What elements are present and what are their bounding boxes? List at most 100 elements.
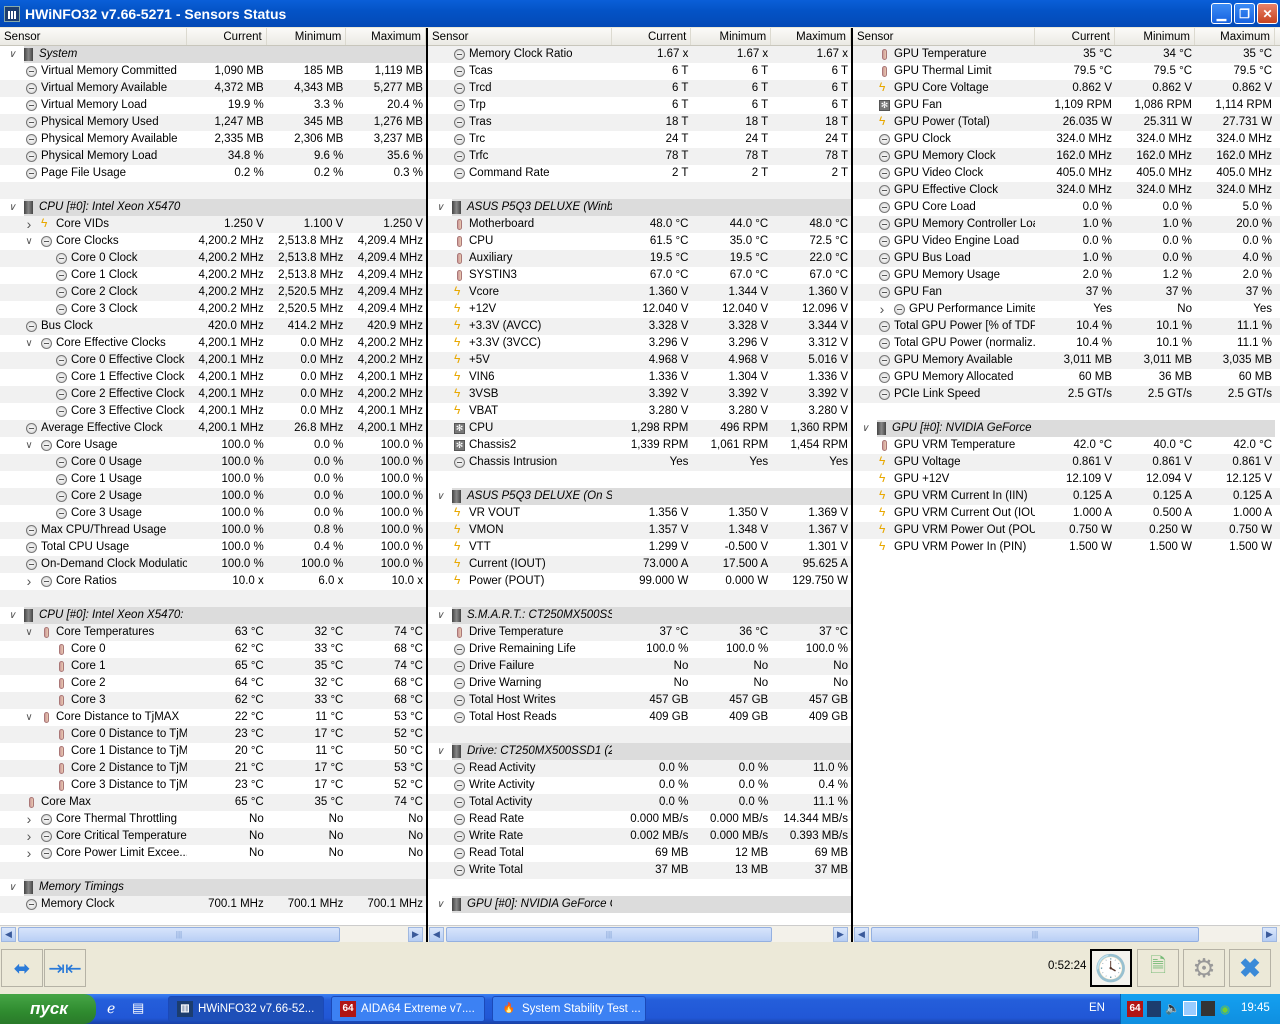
sensor-row[interactable]: Core 2 Effective Clock 4,200.1 MHz 0.0 MHz…	[0, 386, 426, 403]
sensor-row[interactable]: Virtual Memory Available 4,372 MB 4,343 MB…	[0, 80, 426, 97]
sensor-row[interactable]: ϟ GPU VRM Power Out (POUT) 0.750 W 0.250 W 0…	[853, 522, 1280, 539]
chevron-down-icon[interactable]: ∨	[24, 624, 34, 641]
scroll-left-button[interactable]: ◀	[854, 927, 869, 942]
sensor-row[interactable]: Trp 6 T 6 T 6 T	[428, 97, 851, 114]
sensor-row[interactable]: Read Total 69 MB 12 MB 69 MB	[428, 845, 851, 862]
sensor-row[interactable]: Total Host Reads 409 GB 409 GB 409 GB	[428, 709, 851, 726]
sensor-row[interactable]: Read Activity 0.0 % 0.0 % 11.0 %	[428, 760, 851, 777]
sensor-group-header[interactable]: ∨ System	[0, 46, 426, 63]
sensor-row[interactable]: Physical Memory Used 1,247 MB 345 MB 1,276 …	[0, 114, 426, 131]
sensor-row[interactable]: Total Activity 0.0 % 0.0 % 11.1 %	[428, 794, 851, 811]
sensor-row[interactable]: ϟ VR VOUT 1.356 V 1.350 V 1.369 V	[428, 505, 851, 522]
sensor-group-header[interactable]: ∨ Drive: CT250MX500SSD1 (2210E6180B5F)	[428, 743, 851, 760]
sensor-row[interactable]: Core 2 Clock 4,200.2 MHz 2,520.5 MHz 4,209.…	[0, 284, 426, 301]
sensor-row[interactable]: ∨ Core Temperatures 63 °C 32 °C 74 °C	[0, 624, 426, 641]
sensor-row[interactable]: Page File Usage 0.2 % 0.2 % 0.3 %	[0, 165, 426, 182]
sensor-row[interactable]: ϟ VTT 1.299 V -0.500 V 1.301 V	[428, 539, 851, 556]
sensor-row[interactable]: ∨ Core Usage 100.0 % 0.0 % 100.0 %	[0, 437, 426, 454]
sensor-row[interactable]: GPU VRM Temperature 42.0 °C 40.0 °C 42.0 °C	[853, 437, 1280, 454]
sensor-row[interactable]: Drive Warning No No No	[428, 675, 851, 692]
sensor-row[interactable]: Core 3 62 °C 33 °C 68 °C	[0, 692, 426, 709]
sensor-row[interactable]: Max CPU/Thread Usage 100.0 % 0.8 % 100.0 %	[0, 522, 426, 539]
sensor-row[interactable]: Core 2 Usage 100.0 % 0.0 % 100.0 %	[0, 488, 426, 505]
sensor-row[interactable]: ϟ GPU Voltage 0.861 V 0.861 V 0.861 V	[853, 454, 1280, 471]
sensor-row[interactable]: GPU Fan 37 % 37 % 37 %	[853, 284, 1280, 301]
sensor-row[interactable]: Trfc 78 T 78 T 78 T	[428, 148, 851, 165]
sensor-group-header[interactable]: ∨ ASUS P5Q3 DELUXE (Winbond/Nuvoton W8366…	[428, 199, 851, 216]
network-tray-icon[interactable]	[1183, 1001, 1197, 1016]
sensor-row[interactable]: ✻ CPU 1,298 RPM 496 RPM 1,360 RPM	[428, 420, 851, 437]
sensor-row[interactable]: GPU Video Engine Load 0.0 % 0.0 % 0.0 %	[853, 233, 1280, 250]
logging-button[interactable]: 🗎	[1137, 949, 1179, 987]
column-header-sensor[interactable]: Sensor	[0, 28, 188, 45]
horizontal-scrollbar[interactable]: ◀ ||| ▶	[0, 925, 426, 942]
chevron-right-icon[interactable]: ›	[877, 301, 887, 318]
sensor-row[interactable]: ϟ GPU Core Voltage 0.862 V 0.862 V 0.862 V	[853, 80, 1280, 97]
sensor-row[interactable]: Memory Clock Ratio 1.67 x 1.67 x 1.67 x	[428, 46, 851, 63]
sensor-row[interactable]: ∨ Core Clocks 4,200.2 MHz 2,513.8 MHz 4,209.…	[0, 233, 426, 250]
sensor-row[interactable]: GPU Clock 324.0 MHz 324.0 MHz 324.0 MHz	[853, 131, 1280, 148]
sensor-row[interactable]: Drive Failure No No No	[428, 658, 851, 675]
sensor-group-header[interactable]: ∨ ASUS P5Q3 DELUXE (On Semi ASP0800 (ASUS…	[428, 488, 851, 505]
sensor-row[interactable]: Read Rate 0.000 MB/s 0.000 MB/s 14.344 MB/s	[428, 811, 851, 828]
hwinfo-tray-icon[interactable]	[1147, 1001, 1161, 1017]
sensor-row[interactable]: Core 3 Usage 100.0 % 0.0 % 100.0 %	[0, 505, 426, 522]
sensor-row[interactable]: › Core Critical Temperature No No No	[0, 828, 426, 845]
sensor-row[interactable]: ϟ VMON 1.357 V 1.348 V 1.367 V	[428, 522, 851, 539]
sensor-group-header[interactable]: ∨ Memory Timings	[0, 879, 426, 896]
sensor-row[interactable]: Core 0 62 °C 33 °C 68 °C	[0, 641, 426, 658]
chevron-down-icon[interactable]: ∨	[435, 607, 445, 624]
sensor-row[interactable]: ϟ GPU +12V 12.109 V 12.094 V 12.125 V	[853, 471, 1280, 488]
reset-timer-button[interactable]: 🕓	[1090, 949, 1132, 987]
ie-quicklaunch-icon[interactable]: ℯ	[107, 1000, 115, 1017]
nvidia-tray-icon[interactable]: ◉	[1220, 1002, 1230, 1016]
column-header-maximum[interactable]: Maximum	[1195, 28, 1275, 45]
sensor-row[interactable]: ✻ GPU Fan 1,109 RPM 1,086 RPM 1,114 RPM	[853, 97, 1280, 114]
sensor-row[interactable]: PCIe Link Speed 2.5 GT/s 2.5 GT/s 2.5 GT/s	[853, 386, 1280, 403]
sensor-group-header[interactable]: ∨ S.M.A.R.T.: CT250MX500SSD1 (2210E6180B5…	[428, 607, 851, 624]
sensor-row[interactable]: Core 1 65 °C 35 °C 74 °C	[0, 658, 426, 675]
sensor-row[interactable]: GPU Effective Clock 324.0 MHz 324.0 MHz 324…	[853, 182, 1280, 199]
chevron-down-icon[interactable]: ∨	[435, 743, 445, 760]
sensor-row[interactable]: Core 0 Distance to TjMAX 23 °C 17 °C 52 °C	[0, 726, 426, 743]
sensor-row[interactable]: GPU Memory Clock 162.0 MHz 162.0 MHz 162.0 …	[853, 148, 1280, 165]
sensor-row[interactable]: Core 1 Usage 100.0 % 0.0 % 100.0 %	[0, 471, 426, 488]
chevron-down-icon[interactable]: ∨	[7, 199, 17, 216]
language-indicator[interactable]: EN	[1089, 1002, 1105, 1014]
sensor-row[interactable]: Memory Clock 700.1 MHz 700.1 MHz 700.1 MHz	[0, 896, 426, 913]
scrollbar-thumb[interactable]: |||	[871, 927, 1199, 942]
sensor-row[interactable]: SYSTIN3 67.0 °C 67.0 °C 67.0 °C	[428, 267, 851, 284]
sensor-row[interactable]: Trcd 6 T 6 T 6 T	[428, 80, 851, 97]
chevron-down-icon[interactable]: ∨	[7, 46, 17, 63]
aida64-tray-icon[interactable]: 64	[1127, 1001, 1143, 1017]
sensor-row[interactable]: GPU Bus Load 1.0 % 0.0 % 4.0 %	[853, 250, 1280, 267]
task-stability-test[interactable]: 🔥 System Stability Test ...	[492, 996, 646, 1022]
sensor-row[interactable]: Physical Memory Load 34.8 % 9.6 % 35.6 %	[0, 148, 426, 165]
sensor-row[interactable]: ϟ VBAT 3.280 V 3.280 V 3.280 V	[428, 403, 851, 420]
sensor-row[interactable]: › Core Thermal Throttling No No No	[0, 811, 426, 828]
column-header-sensor[interactable]: Sensor	[428, 28, 612, 45]
sensor-row[interactable]: Command Rate 2 T 2 T 2 T	[428, 165, 851, 182]
sensor-row[interactable]: ϟ 3VSB 3.392 V 3.392 V 3.392 V	[428, 386, 851, 403]
sensor-row[interactable]: Tcas 6 T 6 T 6 T	[428, 63, 851, 80]
volume-tray-icon[interactable]: 🔈	[1165, 1001, 1180, 1015]
sensor-group-header[interactable]: ∨ GPU [#0]: NVIDIA GeForce GTX 780: ASUS …	[853, 420, 1280, 437]
scroll-right-button[interactable]: ▶	[833, 927, 848, 942]
sensor-row[interactable]: ϟ Vcore 1.360 V 1.344 V 1.360 V	[428, 284, 851, 301]
sensor-row[interactable]: Trc 24 T 24 T 24 T	[428, 131, 851, 148]
sensor-row[interactable]: Core 2 64 °C 32 °C 68 °C	[0, 675, 426, 692]
sensor-row[interactable]: GPU Memory Allocated 60 MB 36 MB 60 MB	[853, 369, 1280, 386]
chevron-down-icon[interactable]: ∨	[24, 709, 34, 726]
sensor-row[interactable]: GPU Core Load 0.0 % 0.0 % 5.0 %	[853, 199, 1280, 216]
chevron-right-icon[interactable]: ›	[24, 811, 34, 828]
sensor-row[interactable]: ∨ Core Effective Clocks 4,200.1 MHz 0.0 MHz…	[0, 335, 426, 352]
column-header-current[interactable]: Current	[1035, 28, 1115, 45]
chevron-down-icon[interactable]: ∨	[860, 420, 870, 437]
sensor-row[interactable]: ✻ Chassis2 1,339 RPM 1,061 RPM 1,454 RPM	[428, 437, 851, 454]
sensor-row[interactable]: Total Host Writes 457 GB 457 GB 457 GB	[428, 692, 851, 709]
sensor-row[interactable]: Auxiliary 19.5 °C 19.5 °C 22.0 °C	[428, 250, 851, 267]
chevron-down-icon[interactable]: ∨	[7, 879, 17, 896]
sensor-row[interactable]: Core 3 Effective Clock 4,200.1 MHz 0.0 MHz…	[0, 403, 426, 420]
sensor-row[interactable]: ϟ Power (POUT) 99.000 W 0.000 W 129.750 W	[428, 573, 851, 590]
sensor-row[interactable]: Virtual Memory Committed 1,090 MB 185 MB 1,…	[0, 63, 426, 80]
